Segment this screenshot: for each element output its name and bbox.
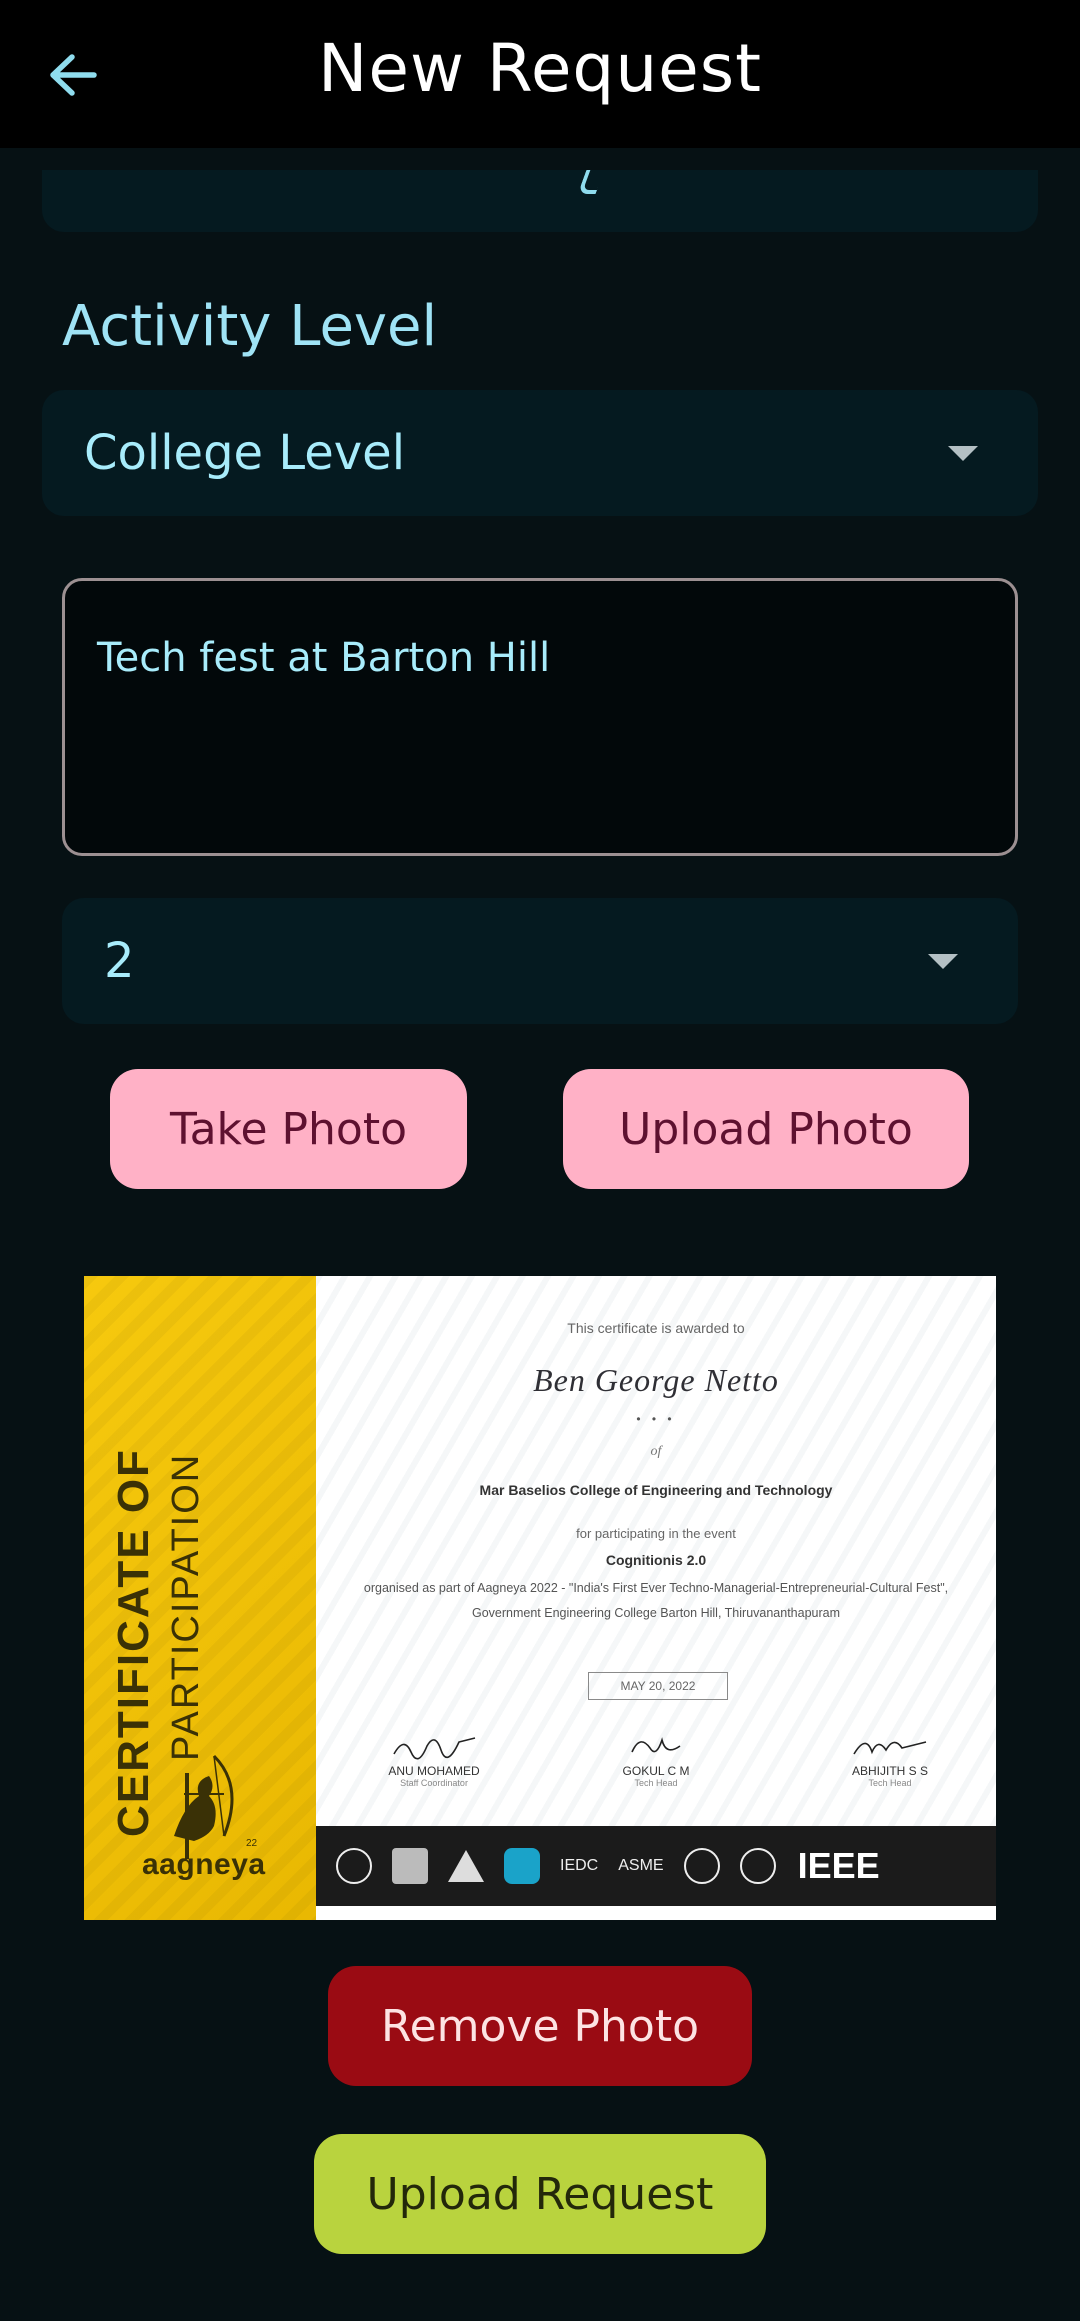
certificate-brand: aagneya bbox=[142, 1848, 266, 1881]
take-photo-button[interactable]: Take Photo bbox=[110, 1069, 467, 1189]
page-title: New Request bbox=[317, 30, 763, 107]
swirl-logo-icon bbox=[739, 1848, 776, 1884]
signature-scribble bbox=[566, 1722, 746, 1762]
activity-level-dropdown[interactable]: College Level bbox=[42, 390, 1038, 516]
upload-request-button[interactable]: Upload Request bbox=[314, 2134, 766, 2254]
asme-logo-text: ASME bbox=[618, 1857, 664, 1874]
iedc-logo-icon bbox=[504, 1848, 540, 1884]
field-glyph bbox=[577, 170, 605, 194]
ieee-logo-text: IEEE bbox=[797, 1845, 880, 1886]
qr-logo-icon bbox=[392, 1848, 428, 1884]
certificate-body: This certificate is awarded to Ben Georg… bbox=[316, 1276, 996, 1920]
certificate-for-participating: for participating in the event bbox=[576, 1526, 736, 1541]
remove-photo-button[interactable]: Remove Photo bbox=[328, 1966, 752, 2086]
college-seal-logo-icon bbox=[336, 1848, 372, 1884]
certificate-side-panel: CERTIFICATE OF PARTICIPATION aagneya 22 bbox=[84, 1276, 316, 1920]
sponsor-logo-bar: IEDC ASME IEEE bbox=[316, 1826, 996, 1906]
certificate-recipient: Ben George Netto bbox=[533, 1362, 779, 1398]
certificate-organised-text: organised as part of Aagneya 2022 - "Ind… bbox=[363, 1581, 949, 1620]
activity-level-value: College Level bbox=[84, 425, 406, 481]
signature-block: ABHIJITH S S Tech Head bbox=[800, 1722, 980, 1788]
signatory-name: ANU MOHAMED bbox=[388, 1764, 480, 1778]
chevron-down-icon bbox=[928, 954, 958, 969]
signatory-role: Staff Coordinator bbox=[400, 1778, 468, 1788]
iedc-logo-text: IEDC bbox=[560, 1857, 599, 1874]
description-value: Tech fest at Barton Hill bbox=[97, 635, 551, 681]
certificate-date: MAY 20, 2022 bbox=[588, 1672, 728, 1700]
certificate-ornament: • • • bbox=[636, 1412, 676, 1426]
signature-scribble bbox=[344, 1722, 524, 1762]
signatory-role: Tech Head bbox=[634, 1778, 678, 1788]
triangle-logo-icon bbox=[448, 1850, 484, 1882]
signatory-name: ABHIJITH S S bbox=[851, 1764, 928, 1778]
signatory-role: Tech Head bbox=[868, 1778, 912, 1788]
signatory-name: GOKUL C M bbox=[622, 1764, 690, 1778]
upload-photo-button[interactable]: Upload Photo bbox=[563, 1069, 969, 1189]
app-bar: New Request bbox=[0, 0, 1080, 148]
certificate-awarded-to: This certificate is awarded to bbox=[567, 1320, 745, 1336]
signature-scribble bbox=[800, 1722, 980, 1762]
chevron-down-icon bbox=[948, 446, 978, 461]
certificate-of: of bbox=[650, 1444, 662, 1459]
certificate-brand-sup: 22 bbox=[246, 1838, 258, 1849]
signature-block: GOKUL C M Tech Head bbox=[566, 1722, 746, 1788]
activity-level-label: Activity Level bbox=[62, 294, 438, 359]
certificate-event: Cognitionis 2.0 bbox=[605, 1552, 707, 1568]
archer-logo-icon bbox=[174, 1754, 234, 1841]
previous-field[interactable] bbox=[42, 170, 1038, 232]
certificate-heading-line1: CERTIFICATE OF bbox=[109, 1448, 158, 1837]
certificate-preview: CERTIFICATE OF PARTICIPATION aagneya 22 … bbox=[84, 1276, 996, 1920]
emblem-logo-icon bbox=[683, 1848, 720, 1884]
count-value: 2 bbox=[104, 933, 135, 989]
certificate-college: Mar Baselios College of Engineering and … bbox=[479, 1482, 833, 1498]
signature-block: ANU MOHAMED Staff Coordinator bbox=[344, 1722, 524, 1788]
description-field[interactable]: Tech fest at Barton Hill bbox=[62, 578, 1018, 856]
count-dropdown[interactable]: 2 bbox=[62, 898, 1018, 1024]
certificate-heading-line2: PARTICIPATION bbox=[165, 1452, 207, 1761]
